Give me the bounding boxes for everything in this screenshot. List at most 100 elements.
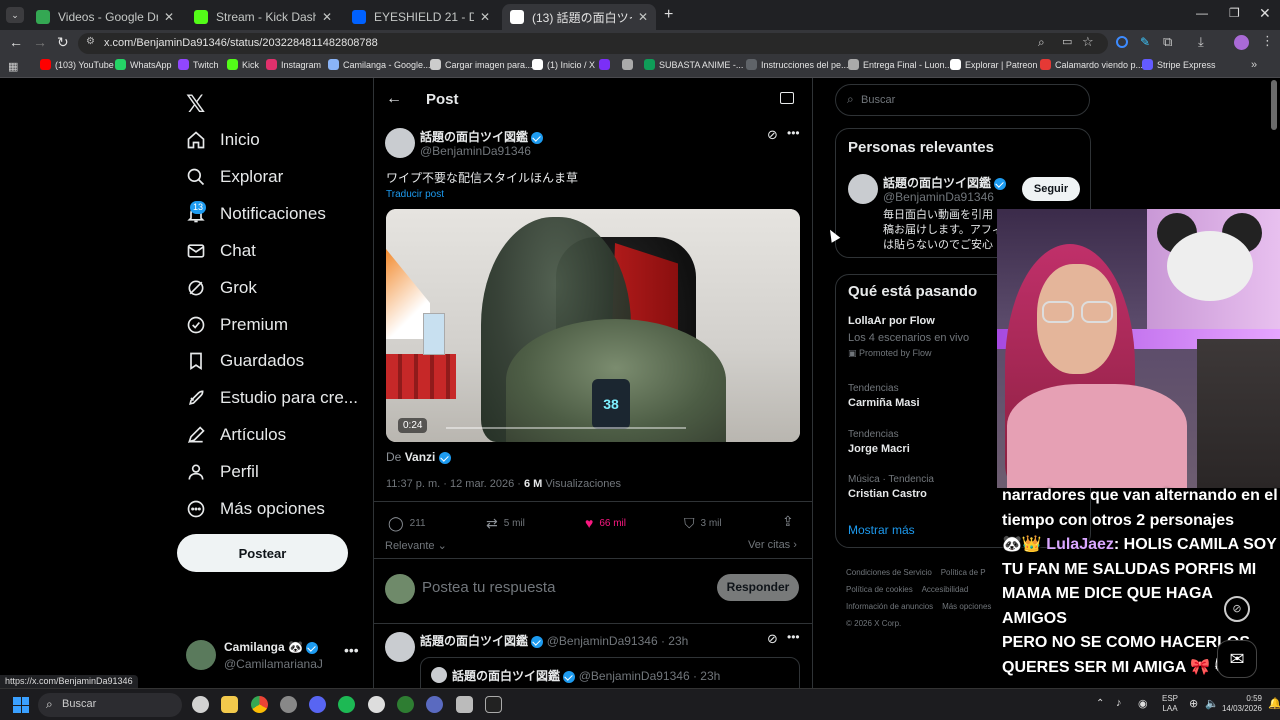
- taskbar-app-icon[interactable]: [426, 696, 443, 713]
- trend-item[interactable]: Tendencias Carmiña Masi: [848, 383, 998, 409]
- follow-button[interactable]: Seguir: [1022, 177, 1080, 201]
- download-icon[interactable]: ⤓: [1198, 34, 1204, 50]
- footer-link[interactable]: Condiciones de Servicio: [846, 568, 932, 577]
- forward-icon[interactable]: →: [33, 34, 47, 50]
- file-explorer-icon[interactable]: [221, 696, 238, 713]
- discord-icon[interactable]: [309, 696, 326, 713]
- share-icon[interactable]: ⇪: [782, 513, 794, 530]
- post-button[interactable]: Postear: [177, 534, 348, 572]
- restore-button[interactable]: ❐: [1229, 6, 1240, 20]
- zoom-icon[interactable]: ⌕: [1038, 35, 1045, 50]
- back-arrow-icon[interactable]: ←: [386, 90, 402, 108]
- browser-tab[interactable]: Stream - Kick Dashboard ✕: [186, 4, 340, 30]
- search-input[interactable]: ⌕ Buscar: [835, 84, 1090, 116]
- bookmark-item[interactable]: SUBASTA ANIME -...: [644, 59, 743, 70]
- footer-link[interactable]: Política de P: [941, 568, 986, 577]
- nav-item-artículos[interactable]: Artículos: [186, 425, 286, 445]
- reload-icon[interactable]: ↻: [57, 34, 69, 51]
- nav-item-perfil[interactable]: Perfil: [186, 462, 259, 482]
- chrome-icon[interactable]: [251, 696, 268, 713]
- bookmark-item[interactable]: Instagram: [266, 59, 321, 70]
- taskbar-app-icon[interactable]: [397, 696, 414, 713]
- star-icon[interactable]: ☆: [1082, 34, 1094, 50]
- taskbar-app-icon[interactable]: [280, 696, 297, 713]
- nav-item-notificaciones[interactable]: Notificaciones: [186, 204, 326, 224]
- tab-close-icon[interactable]: ✕: [164, 10, 174, 24]
- nav-item-más-opciones[interactable]: Más opciones: [186, 499, 325, 519]
- tray-app-icon[interactable]: ◉: [1138, 697, 1148, 710]
- url-text[interactable]: x.com/BenjaminDa91346/status/20322848114…: [104, 37, 378, 49]
- reply-more-icon[interactable]: •••: [787, 630, 800, 644]
- clock[interactable]: 0:59 14/03/2026: [1220, 694, 1262, 714]
- taskbar-app-icon[interactable]: [456, 696, 473, 713]
- my-avatar[interactable]: [385, 574, 415, 604]
- footer-link[interactable]: Política de cookies: [846, 585, 913, 594]
- menu-kebab-icon[interactable]: ⋮: [1261, 33, 1274, 49]
- spotify-icon[interactable]: [338, 696, 355, 713]
- mic-icon[interactable]: ♪: [1116, 697, 1122, 709]
- post-more-icon[interactable]: •••: [787, 126, 800, 140]
- back-icon[interactable]: ←: [9, 34, 23, 50]
- bookmark-item[interactable]: (103) YouTube: [40, 59, 114, 70]
- nav-item-guardados[interactable]: Guardados: [186, 351, 304, 371]
- sort-replies-dropdown[interactable]: Relevante ⌄: [385, 539, 447, 552]
- repost-action[interactable]: ⇄ 5 mil: [486, 515, 525, 532]
- close-window-button[interactable]: ✕: [1259, 5, 1271, 22]
- bookmark-item[interactable]: Entrega Final - Luon...: [848, 59, 952, 70]
- nav-item-inicio[interactable]: Inicio: [186, 130, 260, 150]
- volume-icon[interactable]: 🔈: [1205, 697, 1219, 710]
- tab-search-button[interactable]: ⌄: [6, 7, 24, 23]
- nav-item-grok[interactable]: Grok: [186, 278, 257, 298]
- epic-games-icon[interactable]: [485, 696, 502, 713]
- bookmark-item[interactable]: Explorar | Patreon: [950, 59, 1037, 70]
- extension-icon[interactable]: [1116, 36, 1128, 48]
- bookmark-item[interactable]: Instrucciones del pe...: [746, 59, 849, 70]
- grok-icon[interactable]: ⊘: [767, 127, 778, 143]
- bookmark-item[interactable]: Stripe Express: [1142, 59, 1216, 70]
- tray-overflow-icon[interactable]: ⌃: [1096, 698, 1104, 709]
- apps-grid-icon[interactable]: ▦: [8, 60, 18, 73]
- browser-tab[interactable]: Videos - Google Drive ✕: [28, 4, 182, 30]
- bookmark-item[interactable]: Calamardo viendo p...: [1040, 59, 1143, 70]
- translate-extension-icon[interactable]: ✎: [1140, 35, 1150, 49]
- like-action[interactable]: ♥ 66 mil: [585, 515, 626, 531]
- account-name[interactable]: Camilanga 🐼: [224, 640, 319, 654]
- trend-item[interactable]: Tendencias Jorge Macri: [848, 429, 998, 455]
- bookmark-item[interactable]: Cargar imagen para...: [430, 59, 533, 70]
- minimize-button[interactable]: —: [1196, 6, 1208, 20]
- extensions-icon[interactable]: ⧉: [1163, 34, 1172, 50]
- page-scrollbar[interactable]: [1271, 80, 1277, 130]
- account-avatar[interactable]: [186, 640, 216, 670]
- video-source-author[interactable]: Vanzi: [405, 450, 436, 464]
- bookmark-item[interactable]: [622, 59, 637, 70]
- cast-icon[interactable]: ▭: [1062, 35, 1072, 48]
- browser-tab[interactable]: (13) 話題の面白ツイ図鑑 en X: " ✕: [502, 4, 656, 30]
- taskbar-app-icon[interactable]: [192, 696, 209, 713]
- x-logo-icon[interactable]: 𝕏: [186, 90, 205, 119]
- bookmark-item[interactable]: [599, 59, 614, 70]
- grok-icon[interactable]: ⊘: [767, 631, 778, 647]
- bookmark-item[interactable]: Camilanga - Google...: [328, 59, 431, 70]
- windows-start-icon[interactable]: [13, 697, 29, 713]
- obs-icon[interactable]: [368, 696, 385, 713]
- bookmarks-overflow-icon[interactable]: »: [1251, 59, 1257, 71]
- trend-item[interactable]: LollaAr por Flow Los 4 escenarios en vivo…: [848, 315, 998, 359]
- reply-action[interactable]: ◯ 211: [388, 515, 426, 532]
- bookmark-item[interactable]: WhatsApp: [115, 59, 172, 70]
- reply-input[interactable]: Postea tu respuesta: [422, 579, 555, 596]
- site-info-icon[interactable]: ⚙: [86, 36, 95, 47]
- translate-link[interactable]: Traducir post: [386, 189, 444, 200]
- reply-button[interactable]: Responder: [717, 574, 799, 601]
- address-bar[interactable]: ⚙ x.com/BenjaminDa91346/status/203228481…: [78, 33, 1108, 54]
- bookmark-item[interactable]: Twitch: [178, 59, 219, 70]
- footer-link[interactable]: Más opciones: [942, 602, 991, 611]
- tab-close-icon[interactable]: ✕: [480, 10, 490, 24]
- show-more-link[interactable]: Mostrar más: [848, 523, 915, 537]
- new-tab-button[interactable]: +: [664, 6, 673, 24]
- account-more-icon[interactable]: •••: [344, 642, 359, 658]
- tab-close-icon[interactable]: ✕: [638, 10, 648, 24]
- footer-link[interactable]: Información de anuncios: [846, 602, 933, 611]
- notification-center-icon[interactable]: 🔔: [1268, 697, 1280, 710]
- grok-float-icon[interactable]: ⊘: [1224, 596, 1250, 622]
- nav-item-chat[interactable]: Chat: [186, 241, 256, 261]
